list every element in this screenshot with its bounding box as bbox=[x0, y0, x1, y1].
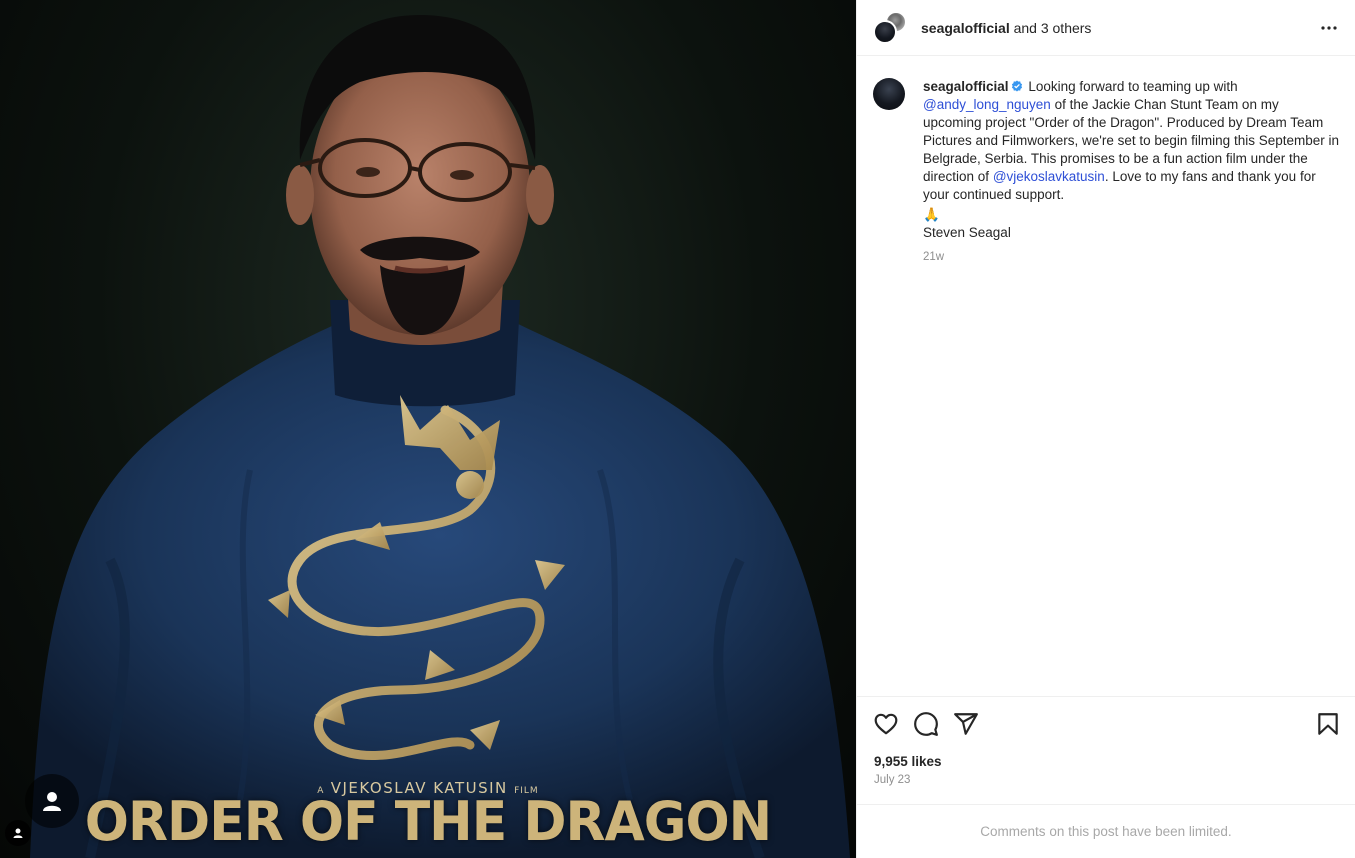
mention-link[interactable]: @andy_long_nguyen bbox=[923, 97, 1051, 112]
tagged-users-indicator[interactable] bbox=[5, 820, 31, 846]
action-bar: 9,955 likes July 23 bbox=[857, 696, 1355, 804]
post-details: seagalofficial and 3 others seagaloffici… bbox=[856, 0, 1355, 858]
header-collab-link[interactable]: and 3 others bbox=[1014, 20, 1092, 36]
likes-count[interactable]: 9,955 likes bbox=[874, 754, 942, 769]
comment-icon[interactable] bbox=[913, 711, 939, 737]
mention-link[interactable]: @vjekoslavkatusin bbox=[993, 169, 1105, 184]
header-usernames: seagalofficial and 3 others bbox=[921, 20, 1317, 36]
post-image[interactable]: A VJEKOSLAV KATUSIN FILM ORDER OF THE DR… bbox=[0, 0, 856, 858]
verified-icon bbox=[1011, 80, 1022, 92]
caption-text-1: Looking forward to teaming up with bbox=[1028, 79, 1238, 94]
user-icon bbox=[43, 792, 61, 811]
user-icon bbox=[13, 828, 23, 838]
share-icon[interactable] bbox=[953, 711, 979, 737]
more-icon bbox=[1321, 25, 1337, 30]
tagged-users-button[interactable] bbox=[25, 774, 79, 828]
caption-body: seagalofficial Looking forward to teamin… bbox=[923, 78, 1339, 266]
header-username-link[interactable]: seagalofficial bbox=[921, 20, 1010, 36]
bookmark-icon[interactable] bbox=[1315, 711, 1341, 737]
caption-signature: Steven Seagal bbox=[923, 225, 1011, 240]
avatar[interactable] bbox=[873, 78, 905, 110]
heart-icon[interactable] bbox=[873, 711, 899, 737]
caption-emoji: 🙏 bbox=[923, 207, 940, 222]
comments-limited-notice: Comments on this post have been limited. bbox=[857, 804, 1355, 858]
more-options-button[interactable] bbox=[1317, 16, 1341, 40]
post-header: seagalofficial and 3 others bbox=[857, 0, 1355, 56]
avatar bbox=[873, 19, 897, 44]
poster-illustration bbox=[30, 15, 850, 858]
poster-title: ORDER OF THE DRAGON bbox=[84, 790, 772, 854]
post-modal: A VJEKOSLAV KATUSIN FILM ORDER OF THE DR… bbox=[0, 0, 1355, 858]
post-caption: seagalofficial Looking forward to teamin… bbox=[873, 78, 1339, 266]
caption-username[interactable]: seagalofficial bbox=[923, 79, 1009, 94]
post-date[interactable]: July 23 bbox=[874, 774, 910, 786]
collab-avatars[interactable] bbox=[873, 10, 909, 45]
action-icons bbox=[873, 711, 1341, 737]
caption-timestamp[interactable]: 21w bbox=[923, 248, 1339, 266]
